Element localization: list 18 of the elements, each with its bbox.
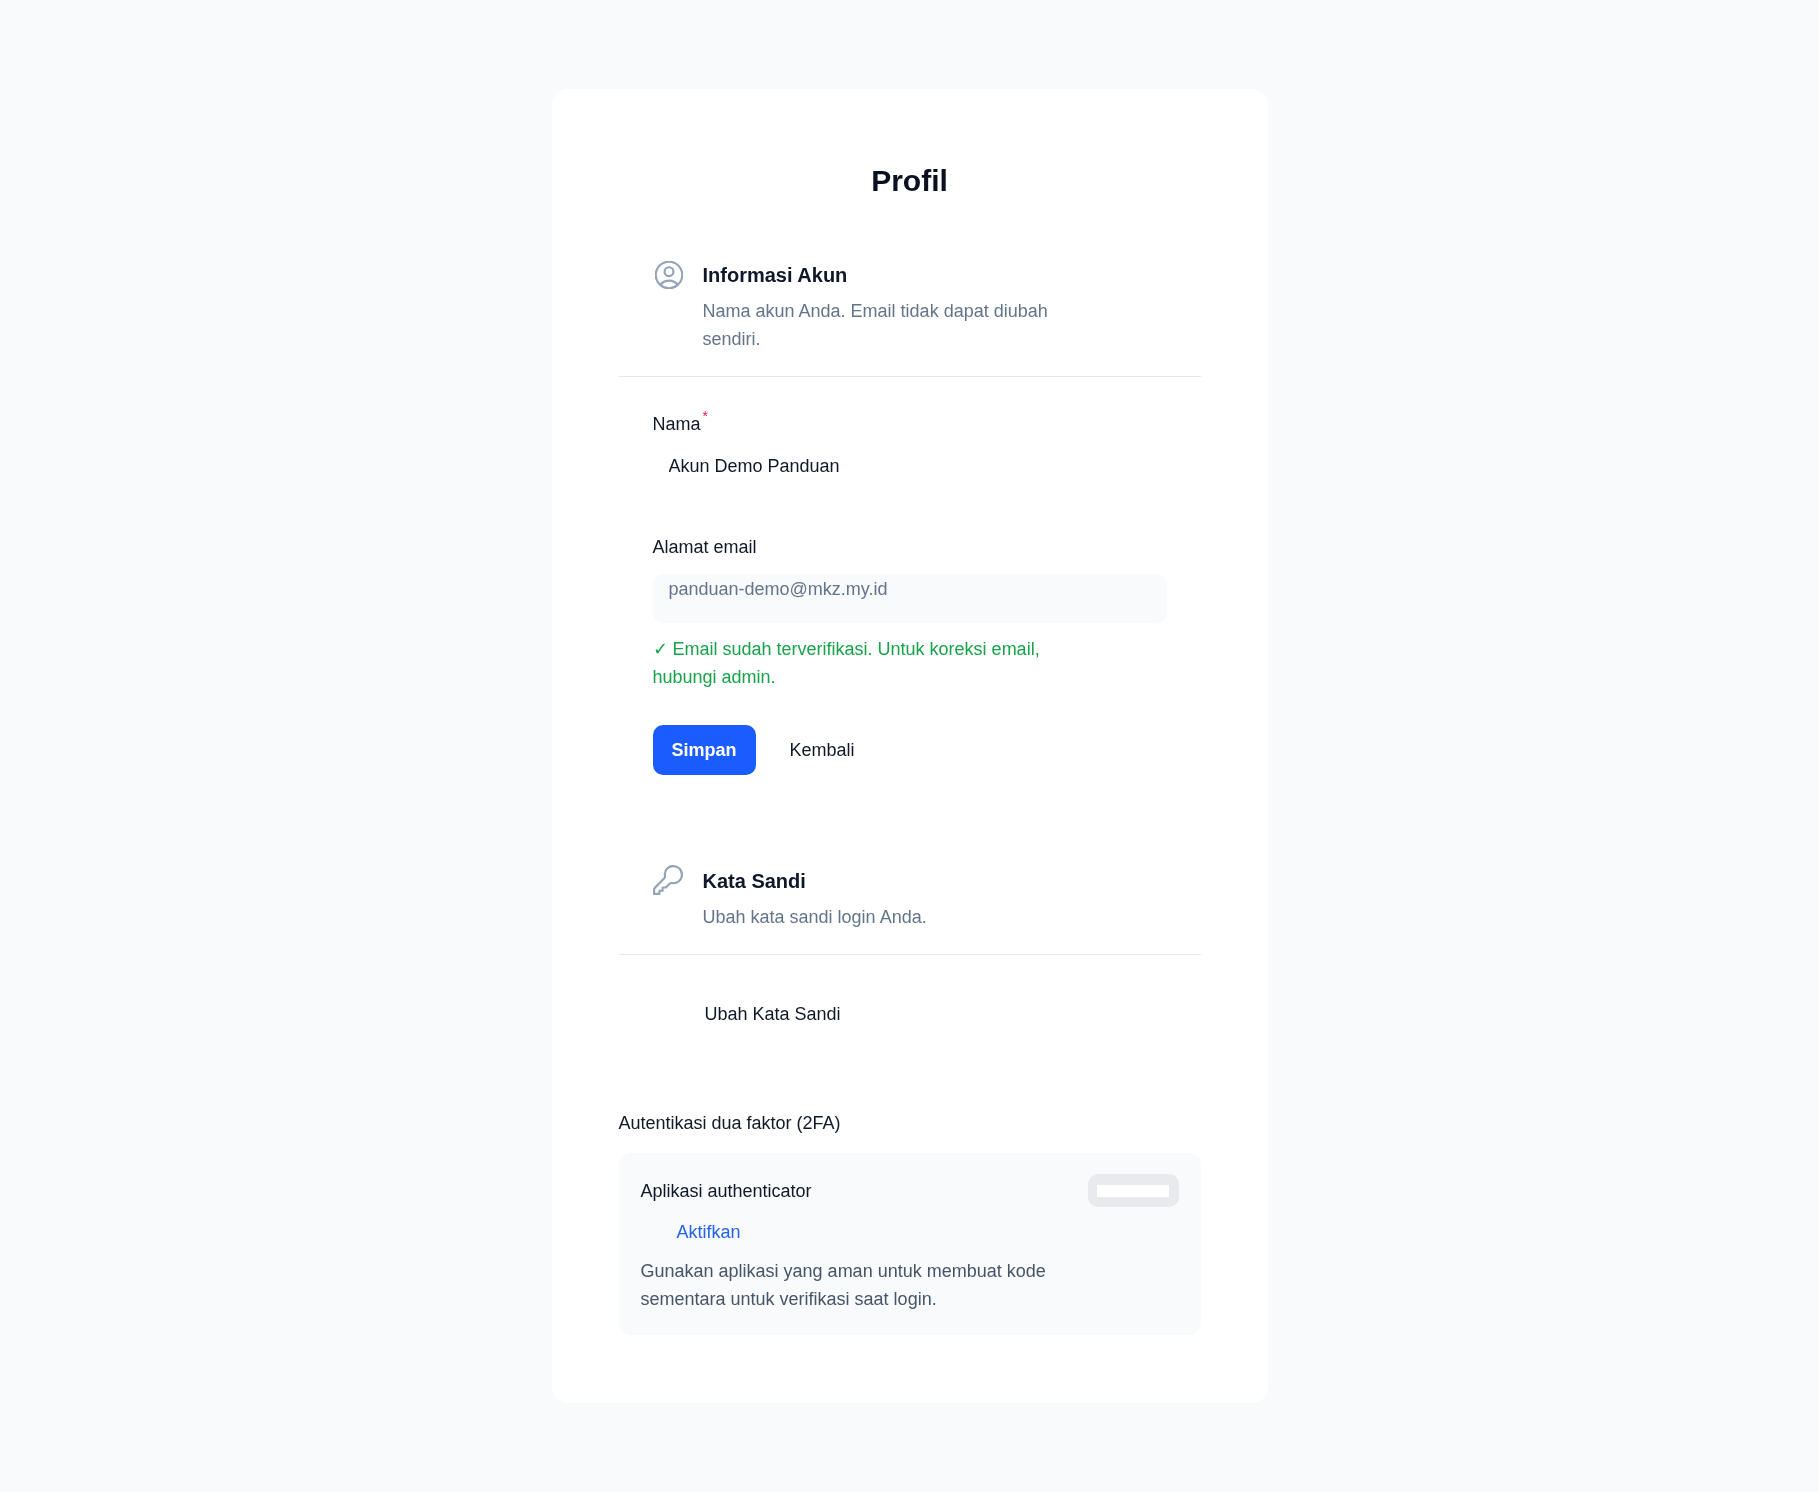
save-button[interactable]: Simpan — [652, 725, 756, 775]
method-description: Gunakan aplikasi yang aman untuk membuat kode sementara untuk verifikasi saat login. — [640, 1260, 1047, 1311]
required-asterisk: * — [702, 407, 708, 425]
section-description: Nama akun Anda. Email tidak dapat diubah sendiri. — [702, 300, 1049, 351]
section-heading: Informasi Akun — [702, 263, 849, 288]
section-description: Ubah kata sandi login Anda. — [702, 906, 927, 929]
key-icon — [652, 865, 683, 895]
page-title: Profil — [870, 163, 949, 199]
change-password-button[interactable]: Ubah Kata Sandi — [688, 992, 857, 1036]
text-input[interactable]: Akun Demo Panduan — [652, 451, 1167, 500]
field-label: Nama — [652, 413, 701, 436]
back-button[interactable]: Kembali — [773, 725, 871, 775]
activate-link[interactable]: Aktifkan — [676, 1219, 741, 1245]
method-name: Aplikasi authenticator — [640, 1179, 812, 1203]
field-label: Alamat email — [652, 536, 757, 559]
section-heading: Kata Sandi — [702, 869, 807, 894]
section-title: Autentikasi dua faktor (2FA) — [618, 1112, 842, 1135]
verification-message: ✓ Email sudah terverifikasi. Untuk koreksi email, hubungi admin. — [652, 638, 1041, 689]
